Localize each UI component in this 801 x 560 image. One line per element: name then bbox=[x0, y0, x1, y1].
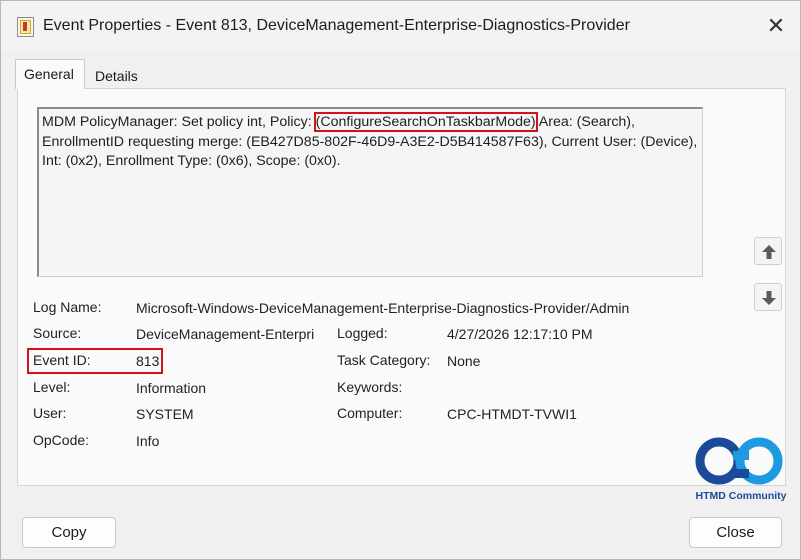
next-event-button[interactable] bbox=[754, 283, 782, 311]
event-viewer-app-icon bbox=[17, 17, 34, 37]
event-description[interactable]: MDM PolicyManager: Set policy int, Polic… bbox=[37, 107, 703, 277]
arrow-down-icon bbox=[762, 291, 776, 305]
log-name-value: Microsoft-Windows-DeviceManagement-Enter… bbox=[136, 300, 630, 316]
tab-general[interactable]: General bbox=[15, 59, 85, 89]
htmd-community-logo-text: HTMD Community bbox=[695, 490, 787, 502]
logged-value: 4/27/2026 12:17:10 PM bbox=[447, 326, 593, 342]
event-id-label: Event ID: bbox=[33, 352, 91, 368]
computer-label: Computer: bbox=[337, 405, 403, 421]
user-value: SYSTEM bbox=[136, 406, 194, 422]
arrow-up-icon bbox=[762, 245, 776, 259]
event-id-value: 813 bbox=[136, 353, 160, 369]
window-title: Event Properties - Event 813, DeviceMana… bbox=[43, 17, 630, 34]
log-name-label: Log Name: bbox=[33, 299, 102, 315]
opcode-value: Info bbox=[136, 433, 160, 449]
event-properties-window: Event Properties - Event 813, DeviceMana… bbox=[0, 0, 801, 560]
user-label: User: bbox=[33, 405, 67, 421]
policy-name-highlight: (ConfigureSearchOnTaskbarMode) bbox=[313, 112, 538, 132]
keywords-label: Keywords: bbox=[337, 379, 403, 395]
copy-button[interactable]: Copy bbox=[22, 517, 116, 548]
level-label: Level: bbox=[33, 379, 71, 395]
opcode-label: OpCode: bbox=[33, 432, 90, 448]
previous-event-button[interactable] bbox=[754, 237, 782, 265]
computer-value: CPC-HTMDT-TVWI1 bbox=[447, 406, 577, 422]
source-value: DeviceManagement-Enterpri bbox=[136, 326, 315, 342]
title-bar: Event Properties - Event 813, DeviceMana… bbox=[1, 1, 800, 51]
source-label: Source: bbox=[33, 325, 82, 341]
close-button[interactable]: Close bbox=[689, 517, 782, 548]
close-window-icon[interactable]: ✕ bbox=[759, 11, 793, 41]
task-category-label: Task Category: bbox=[337, 352, 431, 368]
general-tab-panel: MDM PolicyManager: Set policy int, Polic… bbox=[17, 88, 786, 486]
description-text-start: MDM PolicyManager: Set policy int, Polic… bbox=[42, 114, 316, 130]
task-category-value: None bbox=[447, 353, 481, 369]
level-value: Information bbox=[136, 380, 207, 396]
logged-label: Logged: bbox=[337, 325, 388, 341]
